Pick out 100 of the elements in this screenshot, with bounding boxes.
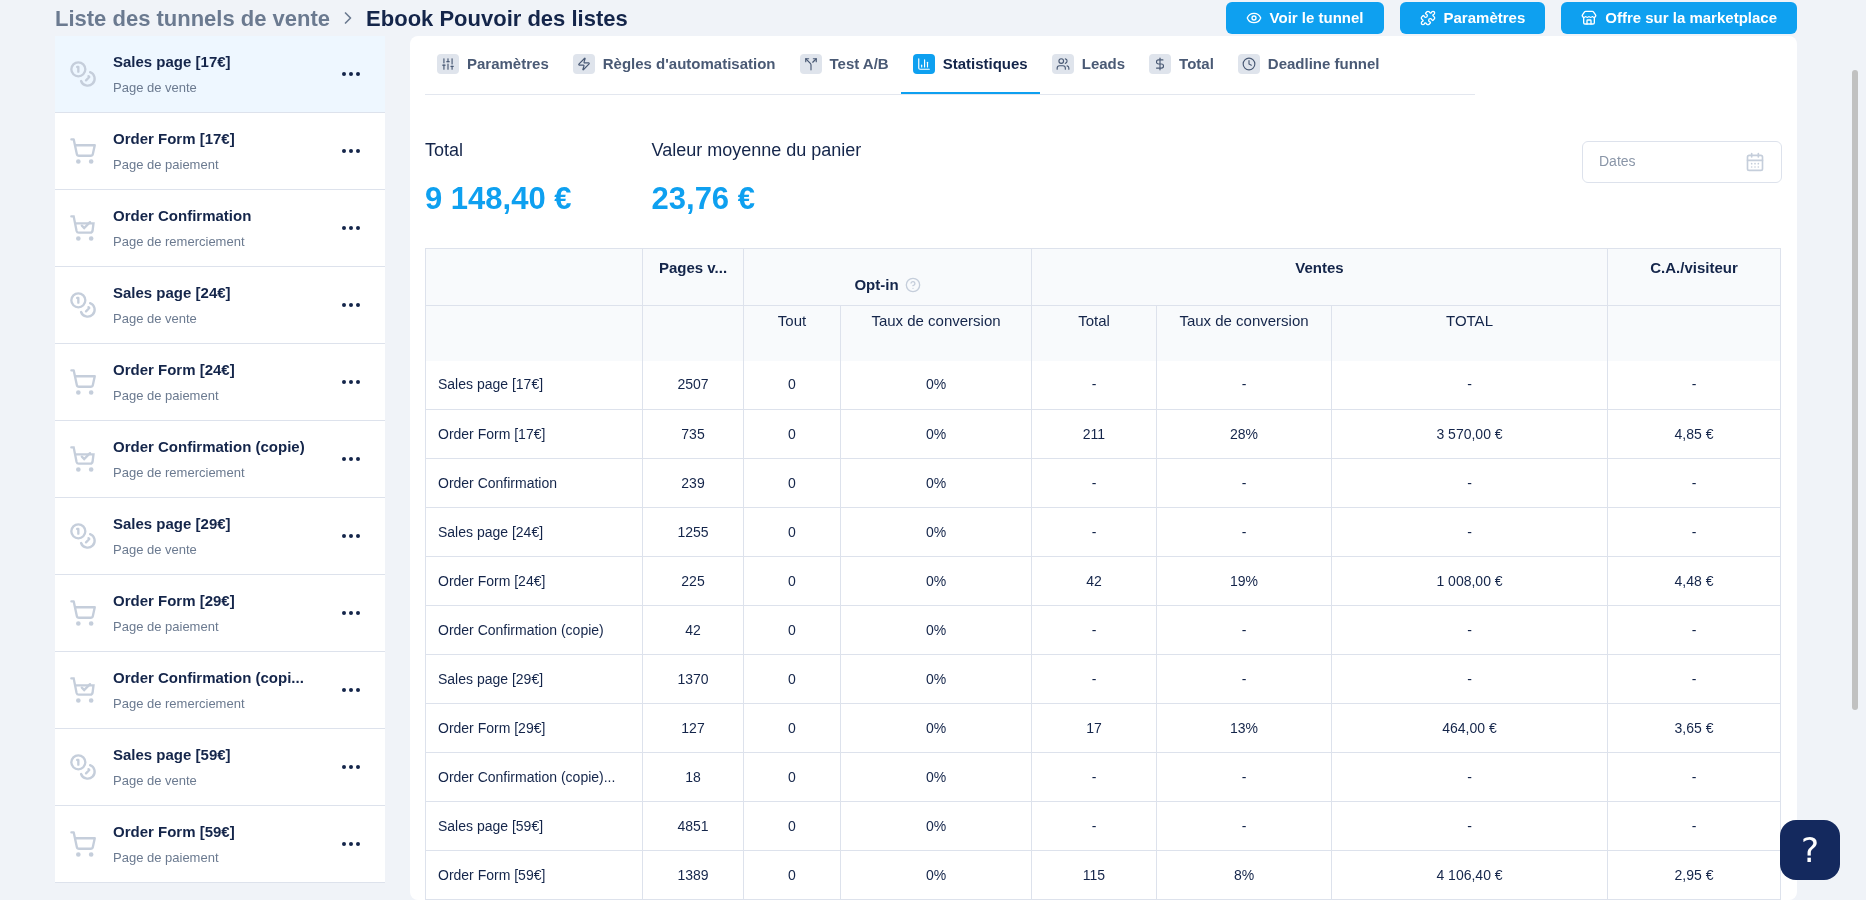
sidebar-item[interactable]: Sales page [24€] Page de vente: [55, 267, 385, 344]
date-field[interactable]: Dates: [1582, 140, 1782, 183]
cart-icon: [69, 599, 97, 627]
sidebar-item[interactable]: Order Confirmation Page de remerciement: [55, 190, 385, 267]
table-cell: Order Confirmation (copie)...: [438, 768, 616, 785]
users-icon: [1051, 53, 1074, 74]
page-name: Order Form [24€]: [113, 360, 236, 380]
coins-icon: [69, 291, 97, 319]
column-group-header: C.A./visiteur: [1650, 258, 1738, 278]
coins-icon: [69, 753, 97, 781]
table-cell: Order Form [24€]: [438, 572, 546, 589]
page-type: Page de vente: [113, 78, 198, 97]
table-cell: -: [1467, 621, 1472, 638]
page-type: Page de remerciement: [113, 694, 246, 713]
table-cell: 0: [788, 425, 796, 442]
table-cell: -: [1241, 523, 1247, 540]
page-name: Order Form [59€]: [113, 822, 236, 842]
table-cell: 127: [681, 719, 705, 736]
sidebar-item[interactable]: Order Form [29€] Page de paiement: [55, 575, 385, 652]
column-header: Total: [1078, 312, 1110, 329]
sidebar-item[interactable]: Sales page [17€] Page de vente: [55, 36, 385, 113]
clock-icon: [1237, 53, 1260, 74]
breadcrumb-link[interactable]: Liste des tunnels de vente: [55, 1, 331, 35]
sliders-icon: [437, 53, 459, 74]
table-cell: 0%: [925, 817, 947, 834]
table-cell: 0%: [925, 523, 947, 540]
table-cell: 4 106,40 €: [1436, 866, 1503, 883]
split-icon: [799, 53, 822, 74]
page-type: Page de remerciement: [113, 463, 246, 482]
table-cell: -: [1691, 523, 1697, 540]
scrollbar-thumb[interactable]: [1852, 70, 1858, 710]
table-cell: -: [1691, 817, 1697, 834]
page-name: Order Form [17€]: [113, 129, 236, 149]
table-cell: -: [1467, 523, 1472, 540]
table-cell: 0: [788, 817, 796, 834]
sidebar-item[interactable]: Sales page [29€] Page de vente: [55, 498, 385, 575]
table-cell: Order Form [29€]: [438, 719, 546, 736]
table-cell: 0: [788, 866, 796, 883]
lightning-icon: [572, 53, 595, 74]
table-cell: -: [1467, 670, 1472, 687]
tab[interactable]: Leads: [1039, 36, 1138, 94]
table-cell: Order Form [59€]: [438, 866, 546, 883]
table-cell: 8%: [1233, 866, 1255, 883]
table-cell: 239: [681, 474, 705, 491]
table-cell: 0%: [925, 425, 947, 442]
coins-icon: [69, 522, 97, 550]
sidebar-item[interactable]: Order Form [17€] Page de paiement: [55, 113, 385, 190]
eye-icon: [1245, 10, 1262, 26]
tab[interactable]: Statistiques: [900, 36, 1040, 94]
tab[interactable]: Deadline funnel: [1225, 36, 1392, 94]
table-cell: 19%: [1230, 572, 1258, 589]
table-cell: Order Confirmation: [438, 474, 558, 491]
tab[interactable]: Test A/B: [787, 36, 901, 94]
page-name: Sales page [29€]: [113, 514, 232, 534]
sidebar-item[interactable]: Order Form [59€] Page de paiement: [55, 806, 385, 883]
table-cell: 0: [788, 670, 796, 687]
column-header: Taux de conversion: [871, 312, 1001, 329]
tab[interactable]: Paramètres: [425, 36, 561, 94]
table-cell: 42: [1086, 572, 1102, 589]
page-name: Sales page [24€]: [113, 283, 232, 303]
table-cell: 4851: [677, 817, 709, 834]
sidebar-item[interactable]: Order Confirmation (copi... Page de remerciement: [55, 652, 385, 729]
table-cell: 0%: [925, 376, 947, 393]
table-cell: 1255: [677, 523, 709, 540]
table-cell: 0: [788, 376, 796, 393]
tab[interactable]: Règles d'automatisation: [560, 36, 788, 94]
table-cell: 0: [788, 474, 796, 491]
table-cell: 464,00 €: [1442, 719, 1497, 736]
table-cell: Order Form [17€]: [438, 425, 546, 442]
table-cell: 1389: [677, 866, 709, 883]
table-cell: 0%: [925, 621, 947, 638]
column-header: TOTAL: [1446, 312, 1493, 329]
table-cell: 3 570,00 €: [1436, 425, 1503, 442]
table-cell: 1 008,00 €: [1436, 572, 1503, 589]
page-title: Ebook Pouvoir des listes: [366, 4, 628, 33]
tab[interactable]: Total: [1137, 36, 1226, 94]
table-cell: -: [1691, 670, 1697, 687]
table-cell: 4,48 €: [1674, 572, 1714, 589]
cart-icon: [69, 368, 97, 396]
table-cell: -: [1691, 621, 1697, 638]
column-header: Tout: [777, 312, 807, 329]
table-cell: 1370: [677, 670, 709, 687]
table-cell: 0%: [925, 768, 947, 785]
table-cell: 3,65 €: [1674, 719, 1714, 736]
page-type: Page de vente: [113, 309, 198, 328]
table-cell: 4,85 €: [1674, 425, 1714, 442]
table-cell: -: [1467, 474, 1472, 491]
page-type: Page de paiement: [113, 155, 220, 174]
cart-check-icon: [69, 676, 97, 704]
dollar-icon: [1149, 53, 1172, 74]
help-button[interactable]: ?: [1780, 820, 1840, 880]
table-cell: 0%: [925, 719, 947, 736]
stat-label: Valeur moyenne du panier: [651, 138, 862, 162]
page-name: Order Confirmation: [113, 206, 253, 226]
sidebar-item[interactable]: Sales page [59€] Page de vente: [55, 729, 385, 806]
table-cell: -: [1091, 817, 1097, 834]
date-input[interactable]: Dates: [1599, 151, 1719, 172]
sidebar-item[interactable]: Order Form [24€] Page de paiement: [55, 344, 385, 421]
sidebar-item[interactable]: Order Confirmation (copie) Page de remerciement: [55, 421, 385, 498]
table-cell: -: [1691, 474, 1697, 491]
